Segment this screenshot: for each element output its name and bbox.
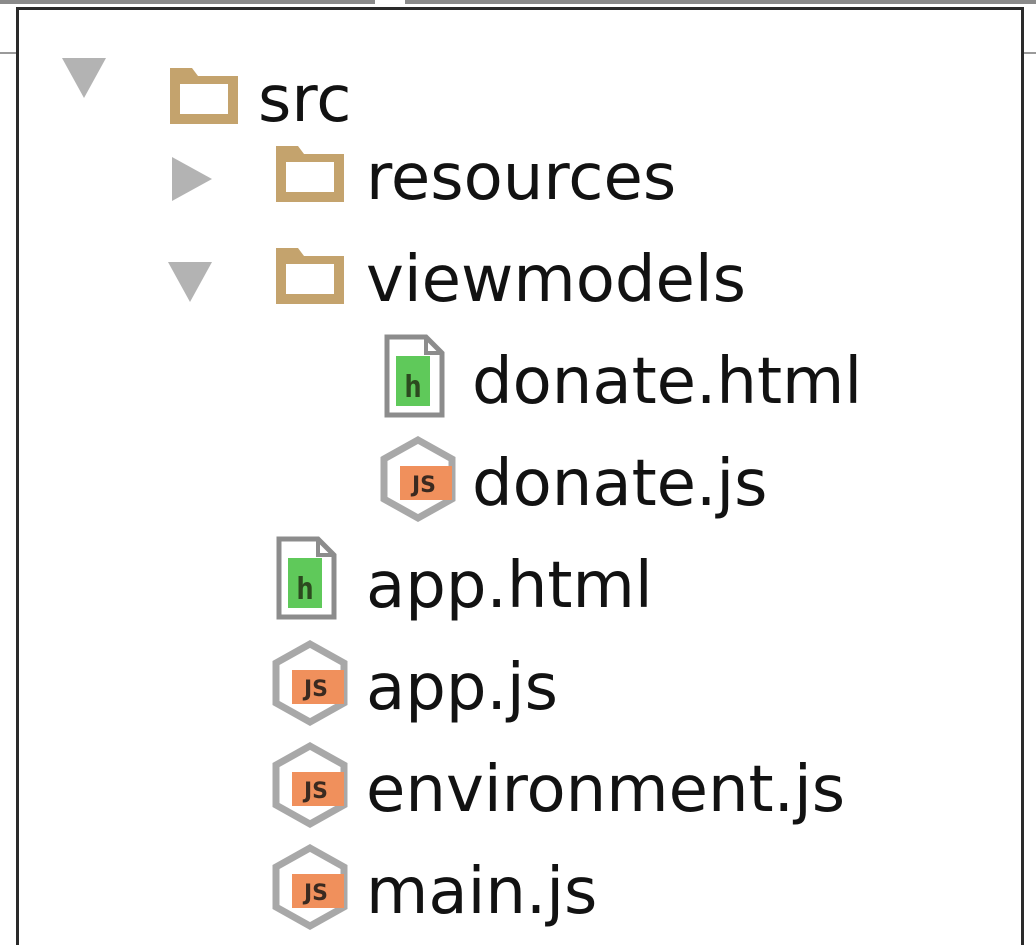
svg-text:h: h bbox=[296, 572, 314, 607]
folder-icon bbox=[272, 142, 348, 206]
svg-text:h: h bbox=[404, 370, 422, 405]
tree-item-label: donate.html bbox=[472, 345, 863, 419]
tree-item-label: app.html bbox=[366, 549, 653, 623]
tree-item-environment-js[interactable]: JS environment.js bbox=[0, 738, 1020, 840]
tree-item-label: app.js bbox=[366, 651, 558, 725]
tree-item-viewmodels[interactable]: viewmodels bbox=[0, 228, 1020, 330]
js-file-icon: JS bbox=[270, 742, 350, 828]
tree-item-resources[interactable]: resources bbox=[0, 126, 1020, 228]
tree-item-app-html[interactable]: h app.html bbox=[0, 534, 1020, 636]
svg-text:JS: JS bbox=[302, 677, 328, 702]
chevron-down-icon[interactable] bbox=[168, 262, 212, 302]
tree-item-label: resources bbox=[366, 141, 677, 215]
svg-text:JS: JS bbox=[302, 779, 328, 804]
tree-item-label: src bbox=[258, 63, 352, 137]
tree-item-donate-html[interactable]: h donate.html bbox=[0, 330, 1020, 432]
tree-item-label: viewmodels bbox=[366, 243, 746, 317]
tree-item-main-js[interactable]: JS main.js bbox=[0, 840, 1020, 942]
svg-text:JS: JS bbox=[410, 473, 436, 498]
tree-item-app-js[interactable]: JS app.js bbox=[0, 636, 1020, 738]
html-file-icon: h bbox=[276, 536, 338, 620]
file-tree: src resources viewmodels h donate.html J… bbox=[0, 0, 1036, 945]
chevron-down-icon[interactable] bbox=[62, 58, 106, 98]
tree-item-donate-js[interactable]: JS donate.js bbox=[0, 432, 1020, 534]
svg-text:JS: JS bbox=[302, 881, 328, 906]
project-tree-panel: src resources viewmodels h donate.html J… bbox=[0, 0, 1036, 945]
js-file-icon: JS bbox=[270, 640, 350, 726]
js-file-icon: JS bbox=[378, 436, 458, 522]
folder-icon bbox=[272, 244, 348, 308]
tree-item-src[interactable]: src bbox=[0, 24, 1020, 132]
js-file-icon: JS bbox=[270, 844, 350, 930]
tree-item-label: donate.js bbox=[472, 447, 768, 521]
html-file-icon: h bbox=[384, 334, 446, 418]
tree-item-label: main.js bbox=[366, 855, 598, 929]
folder-icon bbox=[166, 64, 242, 128]
chevron-right-icon[interactable] bbox=[172, 157, 212, 201]
tree-item-label: environment.js bbox=[366, 753, 846, 827]
